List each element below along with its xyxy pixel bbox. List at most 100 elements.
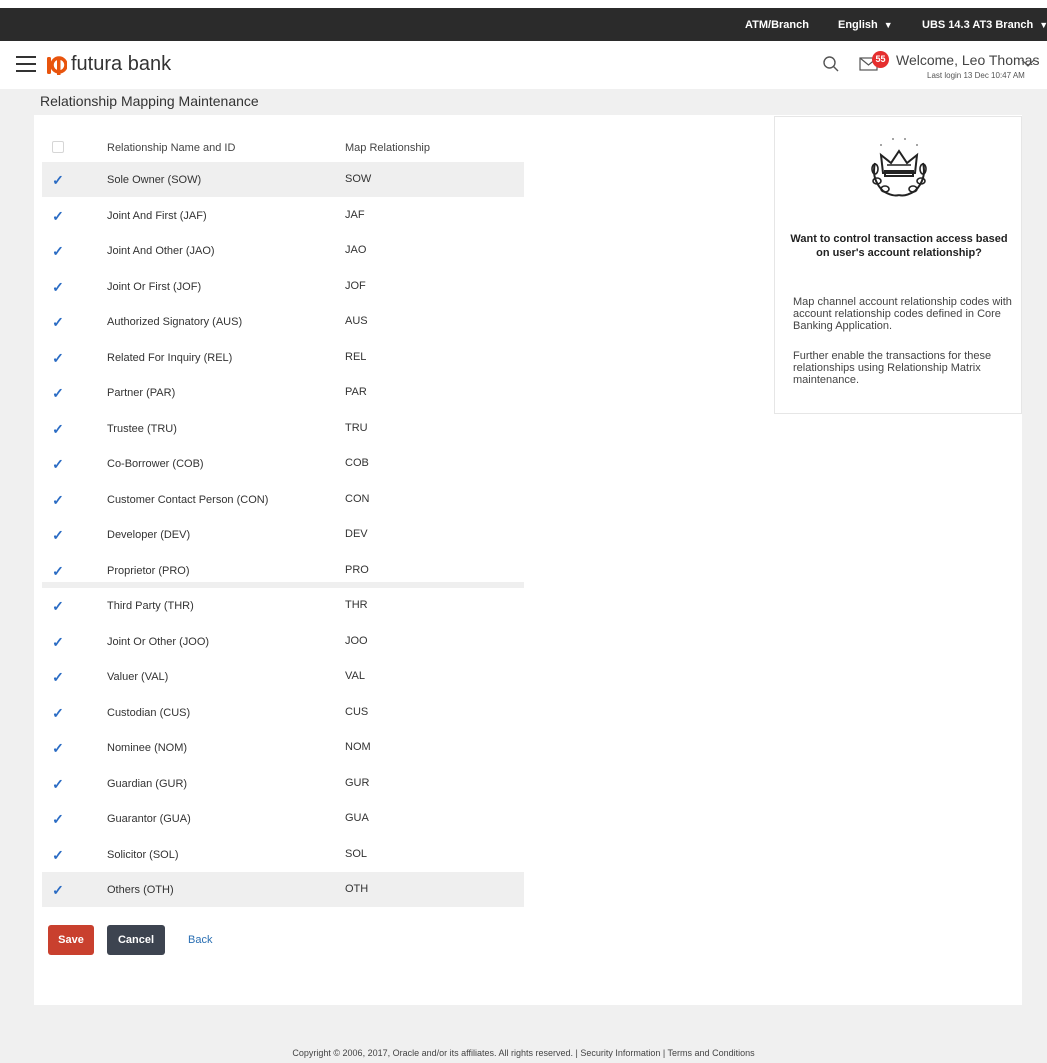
table-row: ✓ Developer (DEV) DEV — [42, 517, 524, 552]
page-title: Relationship Mapping Maintenance — [40, 93, 259, 109]
relationship-name: Joint And Other (JAO) — [107, 245, 215, 257]
search-icon[interactable] — [822, 55, 840, 73]
map-relationship-value[interactable]: THR — [345, 599, 368, 611]
relationship-name: Proprietor (PRO) — [107, 564, 190, 577]
map-relationship-value[interactable]: PRO — [345, 564, 369, 576]
row-checkbox[interactable]: ✓ — [52, 422, 64, 436]
relationship-name: Guarantor (GUA) — [107, 813, 191, 825]
table-row: ✓ Joint Or Other (JOO) JOO — [42, 624, 524, 659]
relationship-name: Customer Contact Person (CON) — [107, 493, 269, 506]
row-checkbox[interactable]: ✓ — [52, 280, 64, 294]
table-row: ✓ Others (OTH) OTH — [42, 872, 524, 907]
footer-text: Copyright © 2006, 2017, Oracle and/or it… — [292, 1048, 755, 1058]
info-panel: Want to control transaction access based… — [774, 116, 1022, 414]
row-checkbox[interactable]: ✓ — [52, 209, 64, 223]
caret-down-icon: ▼ — [883, 20, 893, 30]
row-checkbox[interactable]: ✓ — [52, 493, 64, 507]
map-relationship-value[interactable]: PAR — [345, 386, 367, 398]
language-selector[interactable]: English ▼ — [838, 19, 893, 31]
relationship-name: Joint And First (JAF) — [107, 209, 207, 222]
caret-down-icon: ▼ — [1039, 20, 1047, 30]
map-relationship-value[interactable]: NOM — [345, 741, 371, 753]
relationship-name: Related For Inquiry (REL) — [107, 351, 233, 364]
row-checkbox[interactable]: ✓ — [52, 741, 64, 755]
table-row: ✓ Customer Contact Person (CON) CON — [42, 482, 524, 517]
table-row: ✓ Third Party (THR) THR — [42, 588, 524, 623]
column-header-name: Relationship Name and ID — [107, 142, 236, 154]
relationship-name: Others (OTH) — [107, 884, 174, 896]
map-relationship-value[interactable]: REL — [345, 351, 366, 363]
map-relationship-value[interactable]: JAF — [345, 209, 365, 221]
map-relationship-value[interactable]: OTH — [345, 883, 368, 895]
table-row: ✓ Joint And Other (JAO) JAO — [42, 233, 524, 268]
save-button[interactable]: Save — [48, 925, 94, 955]
table-row: ✓ Solicitor (SOL) SOL — [42, 837, 524, 872]
row-checkbox[interactable]: ✓ — [52, 812, 64, 826]
row-checkbox[interactable]: ✓ — [52, 883, 64, 897]
map-relationship-value[interactable]: JOF — [345, 280, 366, 292]
map-relationship-value[interactable]: AUS — [345, 315, 368, 327]
map-relationship-value[interactable]: CON — [345, 493, 369, 505]
row-checkbox[interactable]: ✓ — [52, 599, 64, 613]
map-relationship-value[interactable]: TRU — [345, 422, 368, 434]
map-relationship-value[interactable]: VAL — [345, 670, 365, 682]
relationship-name: Third Party (THR) — [107, 600, 194, 612]
table-row: ✓ Joint And First (JAF) JAF — [42, 198, 524, 233]
row-checkbox[interactable]: ✓ — [52, 670, 64, 684]
relationship-name: Valuer (VAL) — [107, 671, 169, 683]
branch-selector[interactable]: UBS 14.3 AT3 Branch ▼ — [922, 19, 1047, 31]
row-checkbox[interactable]: ✓ — [52, 351, 64, 365]
row-checkbox[interactable]: ✓ — [52, 635, 64, 649]
relationship-name: Partner (PAR) — [107, 387, 176, 399]
row-checkbox[interactable]: ✓ — [52, 244, 64, 258]
row-checkbox[interactable]: ✓ — [52, 528, 64, 542]
row-checkbox[interactable]: ✓ — [52, 706, 64, 720]
table-row: ✓ Nominee (NOM) NOM — [42, 730, 524, 765]
language-label: English — [838, 19, 878, 31]
table-row: ✓ Custodian (CUS) CUS — [42, 695, 524, 730]
column-header-map: Map Relationship — [345, 142, 430, 154]
row-checkbox[interactable]: ✓ — [52, 457, 64, 471]
info-paragraph-1: Map channel account relationship codes w… — [793, 296, 1012, 332]
map-relationship-value[interactable]: COB — [345, 457, 369, 469]
crown-laurel-icon — [871, 138, 927, 197]
relationship-name: Co-Borrower (COB) — [107, 458, 204, 470]
relationship-name: Sole Owner (SOW) — [107, 174, 202, 186]
back-link[interactable]: Back — [188, 934, 212, 946]
row-checkbox[interactable]: ✓ — [52, 848, 64, 862]
futura-logo-icon — [47, 56, 67, 75]
row-checkbox[interactable]: ✓ — [52, 386, 64, 400]
map-relationship-value[interactable]: CUS — [345, 706, 368, 718]
row-checkbox[interactable]: ✓ — [52, 173, 64, 187]
map-relationship-value[interactable]: SOW — [345, 173, 371, 185]
info-heading: Want to control transaction access based… — [790, 233, 1008, 259]
select-all-checkbox[interactable] — [52, 141, 64, 153]
cancel-button[interactable]: Cancel — [107, 925, 165, 955]
chevron-down-icon[interactable] — [1021, 58, 1035, 68]
table-row: ✓ Joint Or First (JOF) JOF — [42, 269, 524, 304]
brand-name: futura bank — [71, 53, 172, 75]
map-relationship-value[interactable]: DEV — [345, 528, 368, 540]
row-checkbox[interactable]: ✓ — [52, 315, 64, 329]
map-relationship-value[interactable]: SOL — [345, 848, 367, 860]
map-relationship-value[interactable]: GUA — [345, 812, 369, 824]
table-row: ✓ Valuer (VAL) VAL — [42, 659, 524, 694]
row-checkbox[interactable]: ✓ — [52, 777, 64, 791]
relationship-name: Nominee (NOM) — [107, 742, 188, 754]
atm-branch-link[interactable]: ATM/Branch — [745, 19, 809, 31]
table-row: ✓ Related For Inquiry (REL) REL — [42, 340, 524, 375]
table-row: ✓ Trustee (TRU) TRU — [42, 411, 524, 446]
header: futura bank 55 Welcome, Leo Thomas Last … — [0, 41, 1047, 89]
table-row: ✓ Guardian (GUR) GUR — [42, 766, 524, 801]
notification-badge[interactable]: 55 — [872, 51, 889, 68]
map-relationship-value[interactable]: JAO — [345, 244, 366, 256]
map-relationship-value[interactable]: GUR — [345, 777, 369, 789]
table-row: ✓ Guarantor (GUA) GUA — [42, 801, 524, 836]
hamburger-menu-icon[interactable] — [16, 56, 36, 72]
top-bar: ATM/Branch English ▼ UBS 14.3 AT3 Branch ▼ — [0, 8, 1047, 41]
relationship-name: Guardian (GUR) — [107, 777, 188, 790]
row-checkbox[interactable]: ✓ — [52, 564, 64, 578]
map-relationship-value[interactable]: JOO — [345, 635, 368, 647]
relationship-name: Trustee (TRU) — [107, 422, 177, 435]
welcome-text[interactable]: Welcome, Leo Thomas — [896, 52, 1039, 68]
